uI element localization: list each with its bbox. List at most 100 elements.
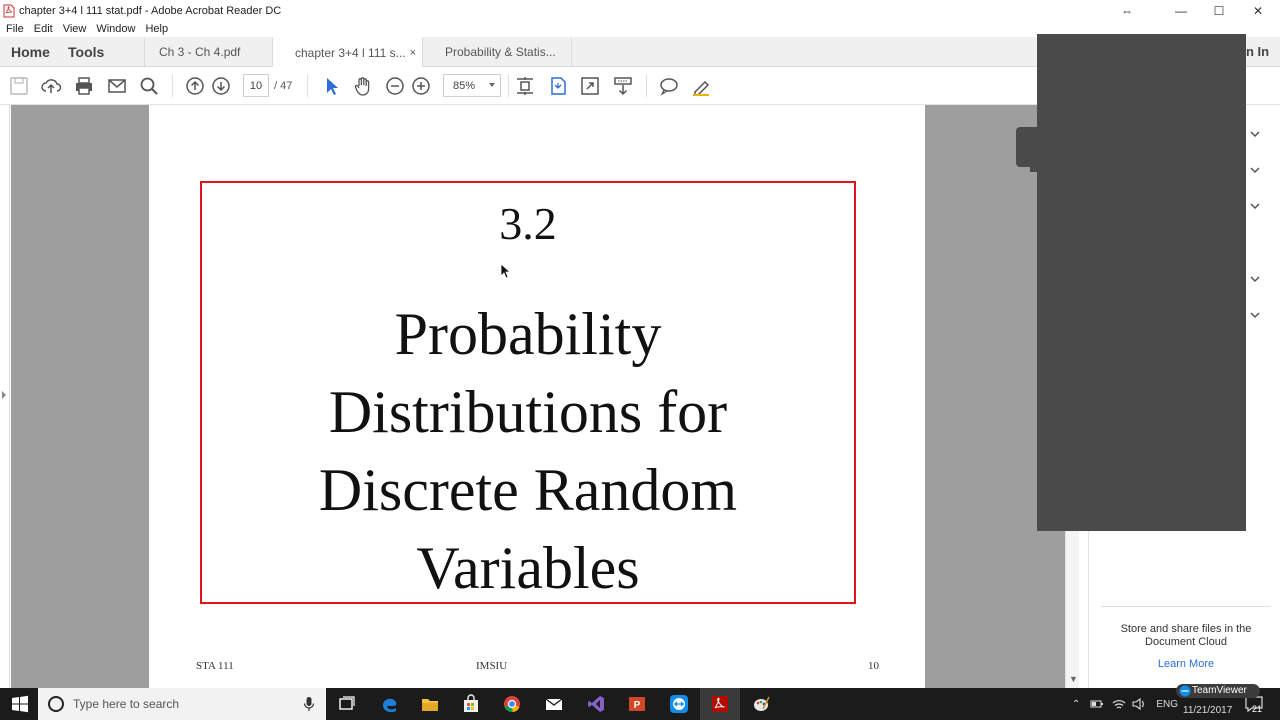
store-icon[interactable] (461, 694, 481, 714)
chevron-down-icon (489, 83, 495, 87)
task-view-icon[interactable] (337, 694, 357, 714)
taskbar: Type here to search P ⌃ ENG 11/21/2017 2… (0, 688, 1280, 720)
windows-start-icon[interactable] (10, 694, 30, 714)
sign-in-button[interactable]: n In (1246, 44, 1269, 59)
visual-studio-icon[interactable] (586, 694, 606, 714)
clock-date[interactable]: 11/21/2017 (1183, 705, 1232, 716)
acrobat-app-icon (3, 4, 15, 18)
page-total: / 47 (274, 80, 293, 92)
powerpoint-icon[interactable]: P (627, 694, 647, 714)
svg-text:P: P (634, 700, 641, 711)
document-viewport[interactable]: 3.2 Probability Distributions for Discre… (11, 105, 1065, 688)
tray-expand-icon[interactable]: ⌃ (1072, 699, 1080, 710)
search-placeholder: Type here to search (73, 697, 180, 711)
tab-close-icon[interactable]: × (410, 47, 416, 59)
paint-icon[interactable] (751, 694, 771, 714)
select-cursor-icon[interactable] (320, 75, 342, 97)
section-number: 3.2 (499, 198, 557, 249)
close-button[interactable]: ✕ (1239, 0, 1277, 21)
zoom-value: 85% (453, 79, 476, 92)
slide-frame: 3.2 Probability Distributions for Discre… (200, 181, 856, 604)
battery-icon[interactable] (1090, 699, 1104, 709)
upload-icon[interactable] (40, 75, 62, 97)
tab-label: chapter 3+4 l 111 s... (295, 45, 406, 60)
menu-window[interactable]: Window (96, 23, 135, 35)
chevron-down-icon[interactable] (1249, 273, 1261, 285)
footer-course: STA 111 (196, 660, 234, 672)
zoom-out-icon[interactable] (384, 75, 406, 97)
slide-title-line: Probability (394, 301, 662, 367)
chevron-down-icon[interactable] (1249, 309, 1261, 321)
learn-more-link[interactable]: Learn More (1103, 658, 1269, 670)
slide-title: Probability Distributions for Discrete R… (202, 295, 854, 607)
chevron-down-icon[interactable] (1249, 164, 1261, 176)
notification-count: 21 (1252, 704, 1263, 714)
scroll-mode-icon[interactable] (547, 75, 569, 97)
minimize-button[interactable]: — (1162, 0, 1200, 21)
fit-page-icon[interactable] (514, 75, 536, 97)
resize-icon[interactable]: ⇔ (1108, 0, 1146, 21)
zoom-in-icon[interactable] (410, 75, 432, 97)
tab-document-chapter-3-4[interactable]: chapter 3+4 l 111 s... × (272, 37, 422, 68)
mouse-cursor-icon (500, 263, 510, 279)
save-icon[interactable] (8, 75, 30, 97)
system-tray: ⌃ ENG (1072, 688, 1190, 720)
taskbar-search[interactable]: Type here to search (38, 688, 326, 720)
tab-label: Probability & Statis... (445, 45, 556, 59)
slide-title-line: Discrete Random (318, 457, 738, 523)
read-mode-icon[interactable] (612, 75, 634, 97)
document-cloud-text: Store and share files in the Document Cl… (1120, 623, 1252, 648)
microphone-icon[interactable] (303, 696, 315, 712)
maximize-button[interactable]: ☐ (1200, 0, 1238, 21)
volume-icon[interactable] (1132, 698, 1146, 710)
toolbar-divider (307, 75, 308, 97)
acrobat-icon[interactable] (710, 694, 730, 714)
chrome-icon[interactable] (502, 694, 522, 714)
footer-institution: IMSIU (476, 660, 508, 672)
teamviewer-icon (1179, 685, 1191, 697)
toolbar-divider (508, 75, 509, 97)
scroll-down-icon[interactable]: ▼ (1069, 674, 1078, 684)
mail-icon[interactable] (544, 694, 564, 714)
email-icon[interactable] (106, 75, 128, 97)
tab-tools[interactable]: Tools (68, 37, 104, 67)
panel-divider (1101, 606, 1271, 607)
toolbar-divider (172, 75, 173, 97)
teamviewer-label: TeamViewer (1192, 685, 1247, 696)
expand-arrow-icon (2, 391, 6, 399)
menu-file[interactable]: File (6, 23, 24, 35)
slide-title-line: Variables (416, 535, 640, 601)
page-number-input[interactable]: 10 (243, 74, 269, 97)
comment-icon[interactable] (658, 75, 680, 97)
chevron-down-icon[interactable] (1249, 128, 1261, 140)
chevron-down-icon[interactable] (1249, 200, 1261, 212)
hand-icon[interactable] (352, 75, 374, 97)
window-title: chapter 3+4 l 111 stat.pdf - Adobe Acrob… (19, 4, 282, 17)
highlight-icon[interactable] (690, 75, 712, 97)
menu-view[interactable]: View (63, 23, 87, 35)
zoom-select[interactable]: 85% (443, 74, 501, 97)
print-icon[interactable] (73, 75, 95, 97)
wifi-icon[interactable] (1112, 698, 1126, 710)
cortana-icon (48, 696, 64, 712)
fullscreen-icon[interactable] (579, 75, 601, 97)
overlay-panel (1037, 34, 1246, 531)
tab-document-probability-statistics[interactable]: Probability & Statis... (422, 37, 572, 67)
language-indicator[interactable]: ENG (1156, 699, 1178, 710)
menu-help[interactable]: Help (145, 23, 168, 35)
file-explorer-icon[interactable] (420, 694, 440, 714)
prev-page-icon[interactable] (184, 75, 206, 97)
left-pane-toggle[interactable] (0, 105, 10, 688)
slide-title-line: Distributions for (328, 379, 728, 445)
toolbar-divider (646, 75, 647, 97)
search-icon[interactable] (138, 75, 160, 97)
teamviewer-icon[interactable] (669, 694, 689, 714)
tab-home[interactable]: Home (11, 37, 50, 67)
edge-icon[interactable] (380, 694, 400, 714)
menu-edit[interactable]: Edit (34, 23, 53, 35)
tab-document-ch3-ch4[interactable]: Ch 3 - Ch 4.pdf (144, 37, 272, 67)
pdf-page: 3.2 Probability Distributions for Discre… (149, 105, 925, 688)
next-page-icon[interactable] (210, 75, 232, 97)
title-bar: chapter 3+4 l 111 stat.pdf - Adobe Acrob… (0, 0, 1280, 21)
teamviewer-badge: TeamViewer (1176, 684, 1260, 698)
